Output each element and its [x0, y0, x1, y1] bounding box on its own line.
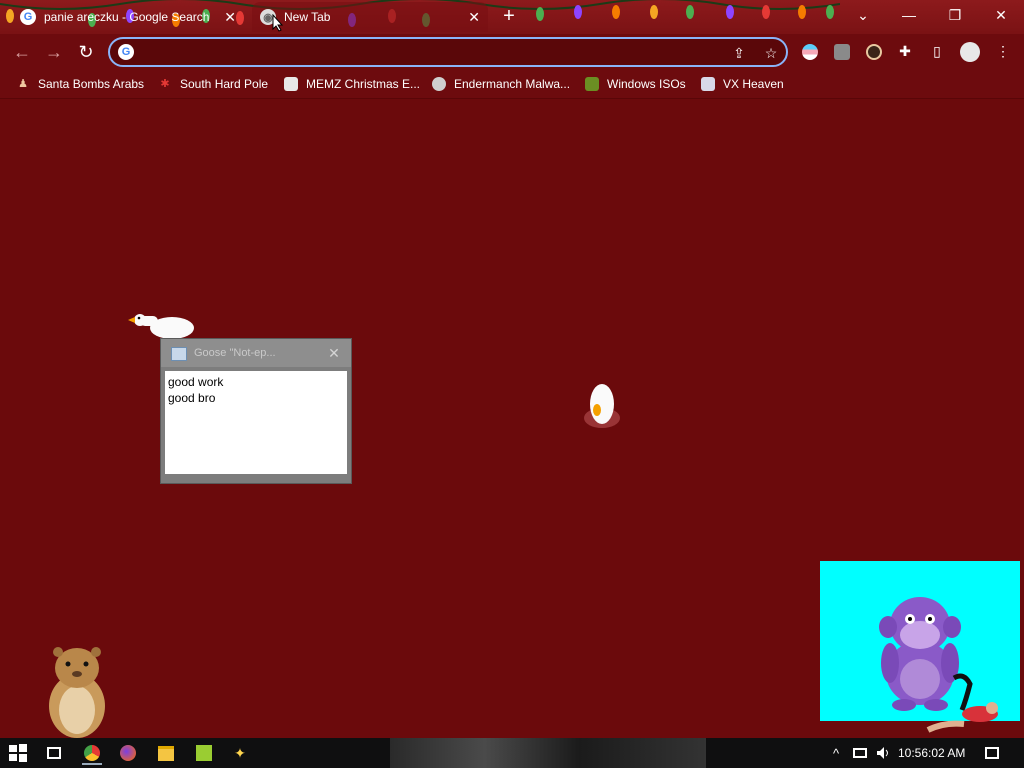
browser-toolbar: ← → ↻ G ⇪ ☆ ✚ ▯ ⋮ [0, 34, 1024, 70]
bookmark-south-hard-pole[interactable]: ✱ South Hard Pole [158, 76, 268, 92]
restore-button[interactable]: ❐ [932, 0, 978, 30]
share-icon[interactable]: ⇪ [730, 44, 748, 62]
profile-icon[interactable] [960, 42, 980, 62]
mouse-cursor-icon [272, 14, 284, 32]
new-tab-button[interactable]: + [498, 6, 520, 28]
reload-button[interactable]: ↻ [74, 40, 98, 64]
note-text-area[interactable]: good work good bro [165, 371, 347, 474]
back-button[interactable]: ← [10, 40, 34, 64]
tab-new-tab[interactable]: ◉ New Tab ✕ [252, 2, 488, 32]
tab-title: New Tab [284, 10, 331, 24]
dialog-title: Goose "Not-ep... [194, 347, 276, 359]
notification-icon[interactable] [982, 743, 1002, 763]
dialog-close-button[interactable]: ✕ [323, 343, 345, 363]
snowflake-icon: ✱ [160, 78, 170, 90]
windows-start-icon[interactable] [8, 743, 28, 763]
address-bar[interactable]: G ⇪ ☆ [108, 37, 788, 67]
avatar-extension-icon[interactable] [866, 44, 882, 60]
notepad-taskbar-icon[interactable] [194, 743, 214, 763]
bookmark-label: MEMZ Christmas E... [306, 77, 421, 91]
close-tab-icon[interactable]: ✕ [468, 9, 480, 26]
notepad-icon [171, 347, 187, 361]
bookmark-windows-isos[interactable]: Windows ISOs [585, 76, 686, 92]
minimize-button[interactable]: — [886, 0, 932, 30]
volume-icon[interactable] [874, 743, 894, 763]
santa-icon: ♟ [18, 78, 28, 90]
tab-search-button[interactable]: ⌄ [840, 0, 886, 30]
taskbar-background-image [390, 738, 706, 768]
bookmark-endermanch-malware[interactable]: Endermanch Malwa... [432, 76, 570, 92]
side-panel-icon[interactable]: ▯ [928, 42, 946, 60]
bookmark-label: VX Heaven [723, 77, 784, 91]
note-line: good bro [168, 391, 216, 405]
vx-heaven-icon [701, 77, 715, 91]
trans-flag-extension-icon[interactable] [802, 44, 818, 60]
s-extension-icon[interactable] [834, 44, 850, 60]
dialog-title-bar[interactable]: Goose "Not-ep... ✕ [161, 339, 351, 367]
memz-icon [284, 77, 298, 91]
menu-kebab-icon[interactable]: ⋮ [994, 42, 1012, 60]
bookmark-star-icon[interactable]: ☆ [762, 44, 780, 62]
bookmark-label: South Hard Pole [180, 77, 269, 91]
goose-standing-image [584, 384, 620, 428]
chrome-taskbar-icon[interactable] [82, 743, 102, 765]
address-input[interactable] [142, 42, 726, 64]
reclining-figure-image [926, 673, 998, 733]
network-icon[interactable] [850, 743, 870, 763]
bookmark-label: Santa Bombs Arabs [38, 77, 145, 91]
bookmark-label: Windows ISOs [607, 77, 686, 91]
tab-strip: G panie areczku - Google Search ✕ ◉ New … [0, 0, 1024, 34]
note-line: good work [168, 375, 224, 389]
bookmark-vx-heaven[interactable]: VX Heaven [701, 76, 784, 92]
bookmark-memz-christmas[interactable]: MEMZ Christmas E... [284, 76, 420, 92]
hamster-image [49, 647, 105, 738]
file-explorer-icon[interactable] [156, 743, 176, 763]
bookmark-santa-bombs-arabs[interactable]: ♟ Santa Bombs Arabs [16, 76, 144, 92]
task-view-icon[interactable] [44, 743, 64, 763]
firefox-taskbar-icon[interactable] [118, 743, 138, 763]
goose-note-dialog[interactable]: Goose "Not-ep... ✕ good work good bro [160, 338, 352, 484]
windows-iso-icon [585, 77, 599, 91]
tab-title: panie areczku - Google Search [44, 10, 210, 24]
tab-google-search[interactable]: G panie areczku - Google Search ✕ [12, 2, 244, 32]
tray-overflow-chevron-icon[interactable]: ^ [826, 743, 846, 763]
google-icon: G [20, 9, 36, 25]
bookmarks-bar: ♟ Santa Bombs Arabs ✱ South Hard Pole ME… [0, 70, 1024, 99]
raccoon-icon [432, 77, 446, 91]
close-window-button[interactable]: ✕ [978, 0, 1024, 30]
sparkle-app-icon[interactable]: ✦ [230, 743, 250, 763]
system-clock[interactable]: 10:56:02 AM [898, 746, 965, 760]
windows-taskbar: ✦ ^ 10:56:02 AM [0, 738, 1024, 768]
goose-walking-image [128, 314, 194, 339]
close-tab-icon[interactable]: ✕ [224, 9, 236, 26]
forward-button[interactable]: → [42, 40, 66, 64]
bookmark-label: Endermanch Malwa... [454, 77, 571, 91]
google-icon: G [118, 44, 134, 60]
extensions-puzzle-icon[interactable]: ✚ [896, 42, 914, 60]
